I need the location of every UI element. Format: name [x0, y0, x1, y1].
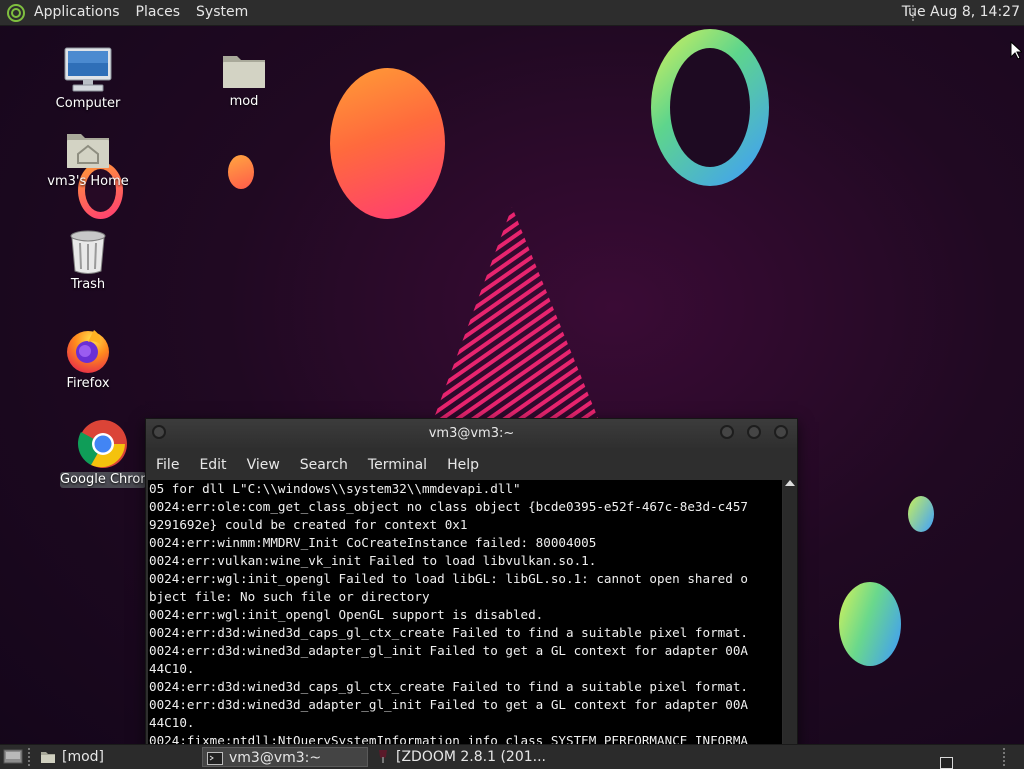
computer-icon: [64, 47, 112, 92]
top-panel: Applications Places System Tue Aug 8, 14…: [0, 0, 1024, 26]
taskbar-separator: [28, 748, 30, 766]
terminal-menubar: File Edit View Search Terminal Help: [146, 452, 797, 478]
terminal-line: 0024:err:wgl:init_opengl Failed to load …: [149, 571, 748, 586]
terminal-line: 05 for dll L"C:\\windows\\system32\\mmde…: [149, 481, 521, 496]
menu-search[interactable]: Search: [290, 457, 358, 473]
task-label: [ZDOOM 2.8.1 (201...: [396, 749, 546, 765]
terminal-line: 0024:err:vulkan:wine_vk_init Failed to l…: [149, 553, 597, 568]
terminal-line: 44C10.: [149, 715, 195, 730]
wine-app-icon: [379, 750, 387, 763]
menu-help[interactable]: Help: [437, 457, 489, 473]
terminal-line: 9291692e} could be created for context 0…: [149, 517, 468, 532]
taskbar-separator: [1003, 748, 1005, 766]
terminal-line: 0024:err:ole:com_get_class_object no cla…: [149, 499, 748, 514]
bottom-taskbar: [mod] vm3@vm3:~ [ZDOOM 2.8.1 (201...: [0, 744, 1024, 769]
menu-system[interactable]: System: [188, 0, 256, 25]
menu-edit[interactable]: Edit: [189, 457, 236, 473]
desktop-icon-label: mod: [229, 94, 259, 109]
desktop-icon-label: Firefox: [66, 376, 110, 391]
terminal-output[interactable]: 05 for dll L"C:\\windows\\system32\\mmde…: [148, 480, 782, 751]
window-title: vm3@vm3:~: [428, 426, 515, 441]
home-folder-icon: [67, 134, 109, 168]
folder-icon: [41, 752, 55, 763]
window-menu-button[interactable]: [152, 425, 166, 439]
wallpaper-blue-ellipse: [839, 582, 901, 666]
task-terminal[interactable]: vm3@vm3:~: [202, 747, 368, 767]
minimize-button[interactable]: [720, 425, 734, 439]
task-zdoom[interactable]: [ZDOOM 2.8.1 (201...: [374, 747, 546, 767]
desktop-icon-chrome[interactable]: Google Chrome: [60, 418, 146, 488]
close-button[interactable]: [774, 425, 788, 439]
wallpaper-small-blue-ellipse: [908, 496, 934, 532]
desktop-icon-label: vm3's Home: [47, 174, 129, 189]
terminal-line: bject file: No such file or directory: [149, 589, 430, 604]
show-desktop-icon[interactable]: [3, 748, 23, 765]
menu-terminal[interactable]: Terminal: [358, 457, 437, 473]
terminal-line: 44C10.: [149, 661, 195, 676]
task-label: [mod]: [62, 749, 105, 765]
terminal-window[interactable]: vm3@vm3:~ File Edit View Search Terminal…: [145, 418, 798, 752]
menu-view[interactable]: View: [237, 457, 290, 473]
scroll-up-arrow-icon[interactable]: [785, 480, 795, 486]
trash-icon: [70, 230, 106, 274]
desktop-icon-computer[interactable]: Computer: [43, 46, 133, 111]
desktop-icon-label: Google Chrome: [60, 472, 146, 488]
chrome-icon: [77, 420, 127, 468]
folder-icon: [223, 56, 265, 88]
desktop-icon-home[interactable]: vm3's Home: [43, 128, 133, 189]
menu-places[interactable]: Places: [128, 0, 189, 25]
wallpaper-small-orange-ellipse: [228, 155, 254, 189]
task-label: vm3@vm3:~: [229, 750, 322, 766]
desktop-icon-mod[interactable]: mod: [199, 48, 289, 109]
desktop-icon-trash[interactable]: Trash: [43, 229, 133, 292]
mouse-cursor-icon: [1010, 41, 1022, 60]
terminal-line: 0024:err:d3d:wined3d_adapter_gl_init Fai…: [149, 697, 748, 712]
distro-logo-icon[interactable]: [6, 3, 26, 23]
desktop-icon-label: Computer: [55, 96, 121, 111]
task-mod[interactable]: [mod]: [36, 747, 196, 767]
wallpaper-orange-ellipse: [330, 68, 445, 219]
terminal-line: 0024:err:d3d:wined3d_caps_gl_ctx_create …: [149, 625, 748, 640]
terminal-line: 0024:err:wgl:init_opengl OpenGL support …: [149, 607, 544, 622]
terminal-line: 0024:err:d3d:wined3d_caps_gl_ctx_create …: [149, 679, 748, 694]
terminal-line: 0024:err:winmm:MMDRV_Init CoCreateInstan…: [149, 535, 597, 550]
firefox-icon: [67, 330, 109, 373]
menu-file[interactable]: File: [146, 457, 189, 473]
clock[interactable]: Tue Aug 8, 14:27: [902, 0, 1020, 25]
terminal-scrollbar[interactable]: [783, 480, 797, 751]
wallpaper-gradient-ring: [651, 29, 769, 186]
desktop-icon-firefox[interactable]: Firefox: [43, 326, 133, 391]
maximize-button[interactable]: [747, 425, 761, 439]
terminal-icon: [207, 751, 223, 765]
workspace-1-button[interactable]: [940, 757, 953, 769]
menu-applications[interactable]: Applications: [26, 0, 128, 25]
window-titlebar[interactable]: vm3@vm3:~: [146, 419, 797, 448]
terminal-line: 0024:err:d3d:wined3d_adapter_gl_init Fai…: [149, 643, 748, 658]
desktop-icon-label: Trash: [70, 277, 106, 292]
wallpaper-striped-triangle: [434, 207, 598, 418]
